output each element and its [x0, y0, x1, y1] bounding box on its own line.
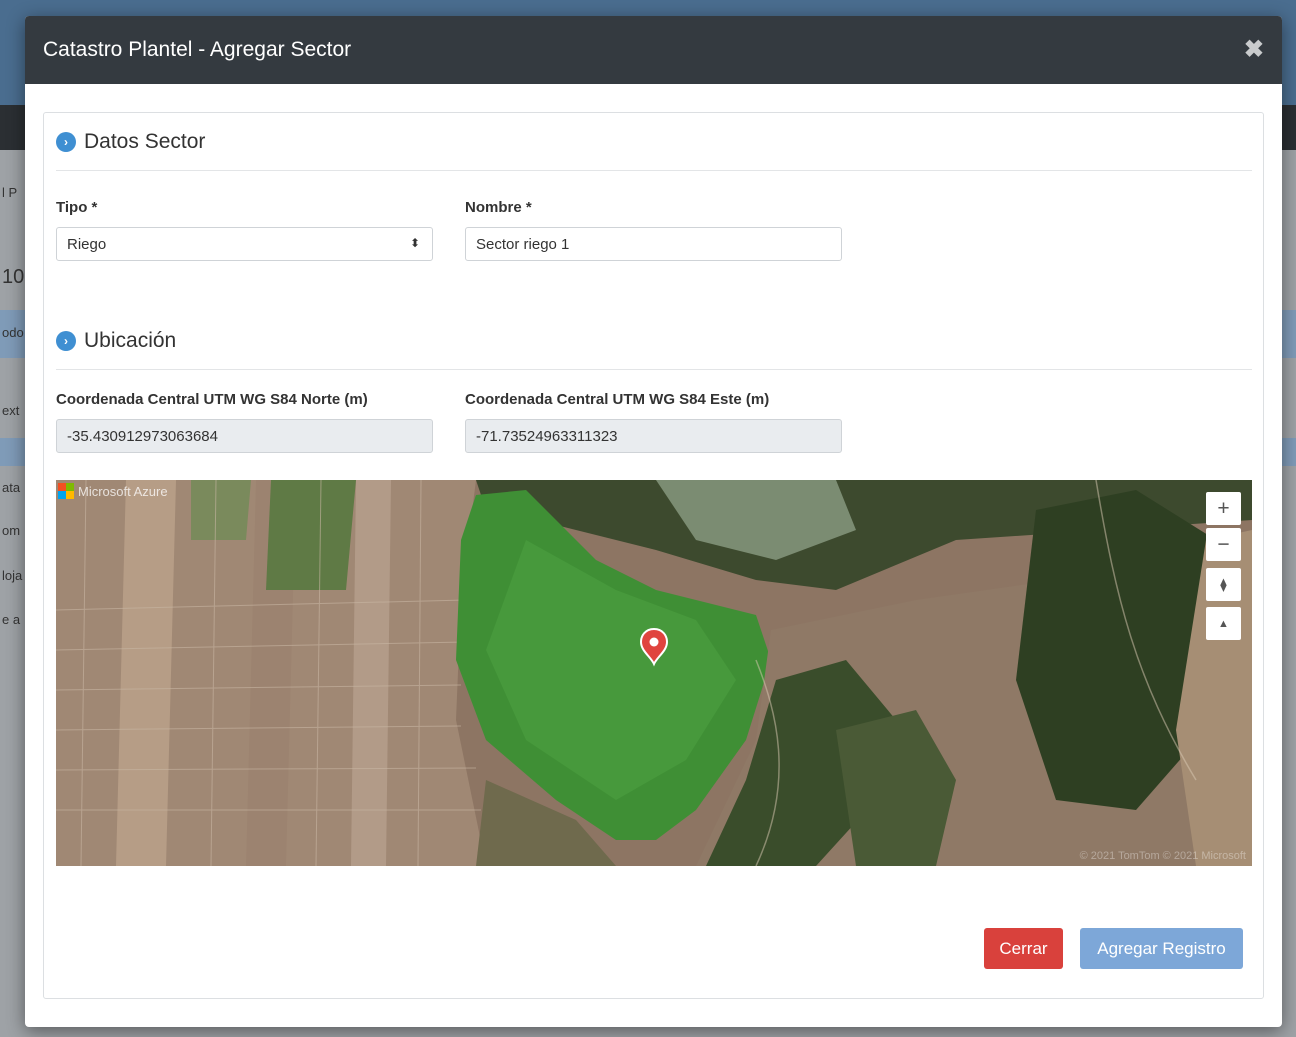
- chevron-right-circle-icon: ›: [56, 330, 76, 351]
- form-panel: › Datos Sector Tipo * Riego ⬍ Nombre * S…: [43, 112, 1264, 999]
- section-datos-sector: › Datos Sector: [56, 113, 1252, 171]
- nombre-input[interactable]: Sector riego 1: [465, 227, 842, 261]
- close-button[interactable]: Cerrar: [984, 928, 1063, 969]
- microsoft-logo-icon: [58, 483, 74, 499]
- tipo-select[interactable]: Riego ⬍: [56, 227, 433, 261]
- chevron-right-circle-icon: ›: [56, 131, 76, 152]
- tipo-selected-value: Riego: [67, 235, 107, 253]
- nombre-label: Nombre *: [465, 199, 532, 216]
- zoom-in-button[interactable]: +: [1206, 492, 1241, 525]
- add-record-button[interactable]: Agregar Registro: [1080, 928, 1243, 969]
- backdrop-text: e a: [2, 612, 21, 627]
- backdrop-text: l P: [2, 185, 18, 200]
- backdrop-text: ata: [2, 480, 21, 495]
- modal-header: Catastro Plantel - Agregar Sector ✖: [25, 16, 1282, 84]
- map-brand-label: Microsoft Azure: [78, 483, 168, 499]
- satellite-map[interactable]: Microsoft Azure + − ⧫ ▲ © 2021 TomTom © …: [56, 480, 1252, 866]
- microsoft-azure-logo: Microsoft Azure: [58, 483, 168, 499]
- select-arrows-icon: ⬍: [409, 236, 420, 250]
- compass-button[interactable]: ⧫: [1206, 568, 1241, 601]
- este-input[interactable]: -71.73524963311323: [465, 419, 842, 453]
- section-title: Datos Sector: [84, 129, 206, 153]
- backdrop-text: loja: [2, 568, 23, 583]
- zoom-out-button[interactable]: −: [1206, 528, 1241, 561]
- pitch-button[interactable]: ▲: [1206, 607, 1241, 640]
- backdrop-text: ext: [2, 403, 20, 418]
- norte-value: -35.430912973063684: [67, 427, 218, 445]
- tipo-label: Tipo *: [56, 199, 98, 216]
- nombre-value: Sector riego 1: [476, 235, 570, 253]
- close-icon[interactable]: ✖: [1244, 38, 1264, 62]
- backdrop-text: 10: [2, 266, 25, 288]
- este-value: -71.73524963311323: [476, 427, 618, 445]
- backdrop-text: odo: [2, 325, 24, 340]
- map-imagery: [56, 480, 1252, 866]
- section-ubicacion: › Ubicación: [56, 312, 1252, 370]
- backdrop-text: om: [2, 523, 21, 538]
- este-label: Coordenada Central UTM WG S84 Este (m): [465, 391, 770, 408]
- add-sector-modal: Catastro Plantel - Agregar Sector ✖ › Da…: [25, 16, 1282, 1027]
- map-copyright: © 2021 TomTom © 2021 Microsoft: [1079, 850, 1246, 862]
- norte-label: Coordenada Central UTM WG S84 Norte (m): [56, 391, 368, 408]
- norte-input[interactable]: -35.430912973063684: [56, 419, 433, 453]
- section-title: Ubicación: [84, 328, 177, 352]
- modal-title: Catastro Plantel - Agregar Sector: [43, 38, 352, 61]
